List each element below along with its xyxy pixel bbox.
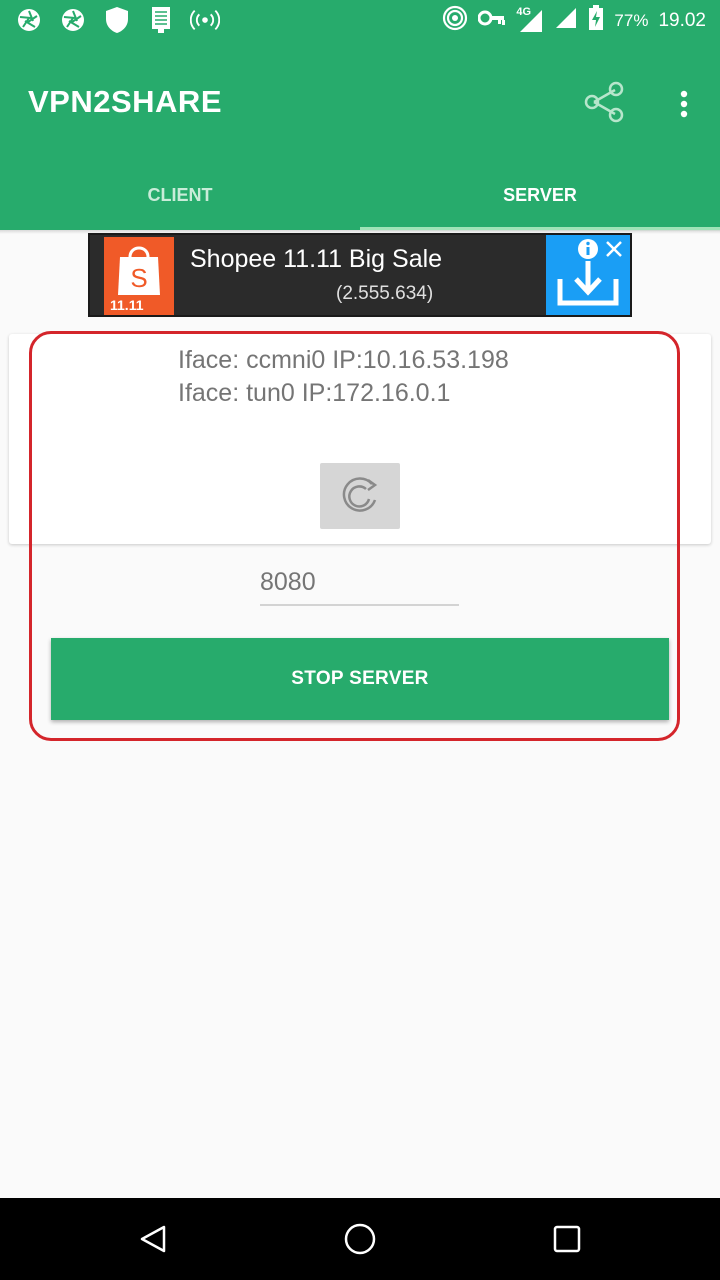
more-vert-icon <box>680 90 688 118</box>
ad-close-button[interactable] <box>602 237 626 261</box>
ad-title: Shopee 11.11 Big Sale <box>190 245 443 273</box>
stop-server-button[interactable]: STOP SERVER <box>51 638 669 720</box>
hotspot-icon <box>442 5 468 36</box>
svg-text:S: S <box>130 263 147 293</box>
recents-icon <box>553 1225 581 1253</box>
refresh-icon <box>342 477 378 512</box>
share-icon <box>584 81 624 123</box>
interface-line: Iface: ccmni0 IP:10.16.53.198 <box>178 346 509 374</box>
navigation-bar <box>0 1198 720 1280</box>
signal-icon <box>554 6 578 35</box>
clock: 19.02 <box>658 9 706 31</box>
signal-4g-icon: 4G <box>516 6 544 34</box>
app-bar: VPN2SHARE CLIENT SERVER <box>0 40 720 231</box>
back-button[interactable] <box>128 1214 178 1264</box>
shutter-icon <box>58 6 88 34</box>
back-icon <box>140 1225 166 1253</box>
interface-line: Iface: tun0 IP:172.16.0.1 <box>178 379 451 407</box>
shopee-logo: S 11.11 <box>104 237 174 315</box>
port-input[interactable] <box>260 560 459 606</box>
info-icon <box>578 239 598 259</box>
status-bar: 4G 77% 19.02 <box>0 0 720 40</box>
tab-client[interactable]: CLIENT <box>0 160 360 230</box>
sim-card-icon <box>146 6 176 34</box>
shield-icon <box>102 6 132 34</box>
close-icon <box>606 241 622 257</box>
home-button[interactable] <box>335 1214 385 1264</box>
status-notification-icons <box>14 6 220 34</box>
broadcast-icon <box>190 6 220 34</box>
ad-info-button[interactable] <box>576 237 600 261</box>
vpn-key-icon <box>477 8 506 33</box>
battery-percentage: 77% <box>614 10 649 30</box>
tab-server[interactable]: SERVER <box>360 160 720 230</box>
app-title: VPN2SHARE <box>28 84 222 119</box>
interface-list: Iface: ccmni0 IP:10.16.53.198 Iface: tun… <box>178 344 509 410</box>
recents-button[interactable] <box>542 1214 592 1264</box>
share-button[interactable] <box>580 78 628 126</box>
ad-banner[interactable]: S 11.11 Shopee 11.11 Big Sale (2.555.634… <box>88 233 632 317</box>
shutter-icon <box>14 6 44 34</box>
overflow-menu-button[interactable] <box>664 80 704 128</box>
ad-logo-text: 11.11 <box>110 297 144 313</box>
status-system-icons: 4G 77% 19.02 <box>442 5 706 36</box>
ad-install-count: (2.555.634) <box>336 283 434 304</box>
battery-charging-icon <box>588 5 604 36</box>
home-icon <box>344 1223 376 1255</box>
refresh-button[interactable] <box>320 463 400 529</box>
